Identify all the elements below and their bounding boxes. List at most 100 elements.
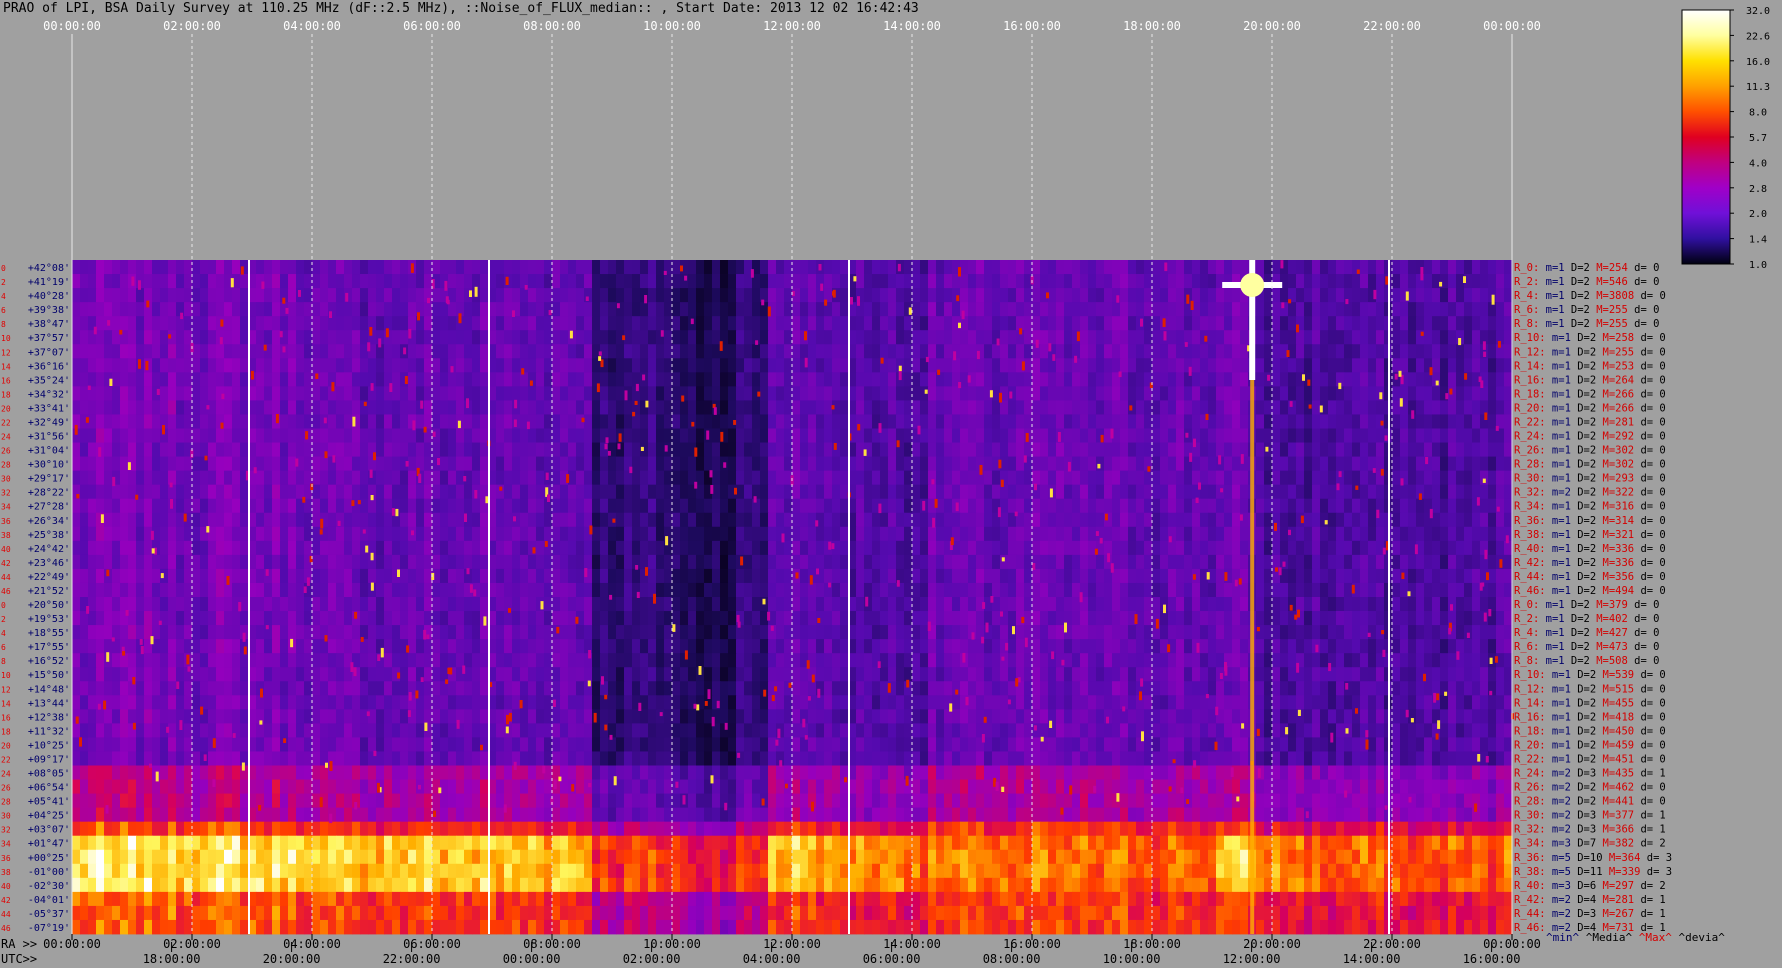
heatmap-cell [1104, 288, 1113, 303]
heatmap-cell [360, 498, 369, 514]
heatmap-cell [1216, 316, 1225, 331]
heatmap-cell [1280, 526, 1289, 542]
heatmap-cell [448, 330, 457, 345]
heatmap-cell [616, 625, 625, 640]
heatmap-cell [1224, 512, 1233, 528]
heatmap-cell [776, 484, 785, 500]
heatmap-cell [1032, 372, 1041, 387]
heatmap-cell [1032, 302, 1041, 317]
heatmap-cell [1232, 288, 1241, 303]
heatmap-cell [1000, 428, 1009, 443]
heatmap-cell [1008, 568, 1017, 584]
heatmap-cell [352, 540, 361, 556]
heatmap-cell [296, 611, 305, 626]
heatmap-cell [1480, 597, 1489, 612]
heatmap-cell [552, 498, 561, 514]
heatmap-cell [840, 639, 849, 654]
heatmap-cell [824, 554, 833, 570]
heatmap-cell [360, 526, 369, 542]
heatmap-cell [304, 470, 313, 486]
heatmap-cell [288, 260, 297, 275]
heatmap-cell [768, 498, 777, 514]
heatmap-cell [976, 358, 985, 373]
heatmap-cell [80, 330, 89, 345]
heatmap-cell [1392, 358, 1401, 373]
heatmap-cell [136, 316, 145, 331]
heatmap-cell [864, 344, 873, 359]
heatmap-cell [704, 442, 713, 457]
heatmap-cell [760, 330, 769, 345]
heatmap-cell [208, 316, 217, 331]
heatmap-cell [152, 554, 161, 570]
heatmap-cell [1496, 456, 1505, 472]
heatmap-cell [584, 512, 593, 528]
heatmap-cell [240, 582, 249, 598]
heatmap-cell [1088, 526, 1097, 542]
heatmap-cell [1160, 386, 1169, 401]
heatmap-cell [128, 625, 137, 640]
heatmap-cell [336, 302, 345, 317]
heatmap-cell [1416, 597, 1425, 612]
heatmap-cell [976, 582, 985, 598]
heatmap-cell [1496, 625, 1505, 640]
heatmap-cell [1352, 344, 1361, 359]
heatmap-cell [872, 540, 881, 556]
heatmap-cell [976, 414, 985, 429]
heatmap-cell [528, 428, 537, 443]
heatmap-cell [1208, 470, 1217, 486]
heatmap-cell [912, 639, 921, 654]
heatmap-cell [1496, 274, 1505, 289]
heatmap-cell [296, 582, 305, 598]
heatmap-cell [1504, 288, 1513, 303]
heatmap-cell [208, 498, 217, 514]
heatmap-cell [1112, 414, 1121, 429]
heatmap-cell [400, 400, 409, 415]
heatmap-cell [1096, 316, 1105, 331]
heatmap-cell [1096, 330, 1105, 345]
heatmap-cell [816, 428, 825, 443]
heatmap-cell [176, 512, 185, 528]
heatmap-cell [1120, 400, 1129, 415]
heatmap-cell [1104, 611, 1113, 626]
heatmap-cell [536, 512, 545, 528]
heatmap-cell [200, 344, 209, 359]
heatmap-cell [1368, 358, 1377, 373]
heatmap-cell [376, 414, 385, 429]
heatmap-cell [632, 316, 641, 331]
heatmap-cell [1048, 372, 1057, 387]
heatmap-cell [512, 540, 521, 556]
heatmap-cell [392, 625, 401, 640]
heatmap-cell [152, 330, 161, 345]
heatmap-cell [888, 470, 897, 486]
heatmap-cell [1272, 582, 1281, 598]
heatmap-cell [880, 386, 889, 401]
heatmap-cell [920, 400, 929, 415]
heatmap-cell [1392, 498, 1401, 514]
heatmap-cell [1480, 498, 1489, 514]
heatmap-cell [552, 540, 561, 556]
heatmap-cell [984, 288, 993, 303]
heatmap-cell [424, 484, 433, 500]
heatmap-cell [1088, 400, 1097, 415]
heatmap-cell [1016, 442, 1025, 457]
heatmap-cell [400, 498, 409, 514]
heatmap-cell [80, 316, 89, 331]
heatmap-cell [280, 316, 289, 331]
heatmap-cell [1472, 260, 1481, 275]
heatmap-cell [352, 400, 361, 415]
heatmap-cell [1320, 260, 1329, 275]
heatmap-cell [232, 358, 241, 373]
heatmap-cell [1168, 400, 1177, 415]
heatmap-cell [1240, 526, 1249, 542]
heatmap-cell [792, 526, 801, 542]
heatmap-cell [632, 442, 641, 457]
heatmap-cell [816, 372, 825, 387]
heatmap-cell [936, 442, 945, 457]
heatmap-cell [416, 582, 425, 598]
heatmap-cell [216, 400, 225, 415]
heatmap-cell [960, 582, 969, 598]
heatmap-cell [1344, 316, 1353, 331]
heatmap-cell [1072, 470, 1081, 486]
heatmap-cell [944, 414, 953, 429]
heatmap-cell [960, 540, 969, 556]
